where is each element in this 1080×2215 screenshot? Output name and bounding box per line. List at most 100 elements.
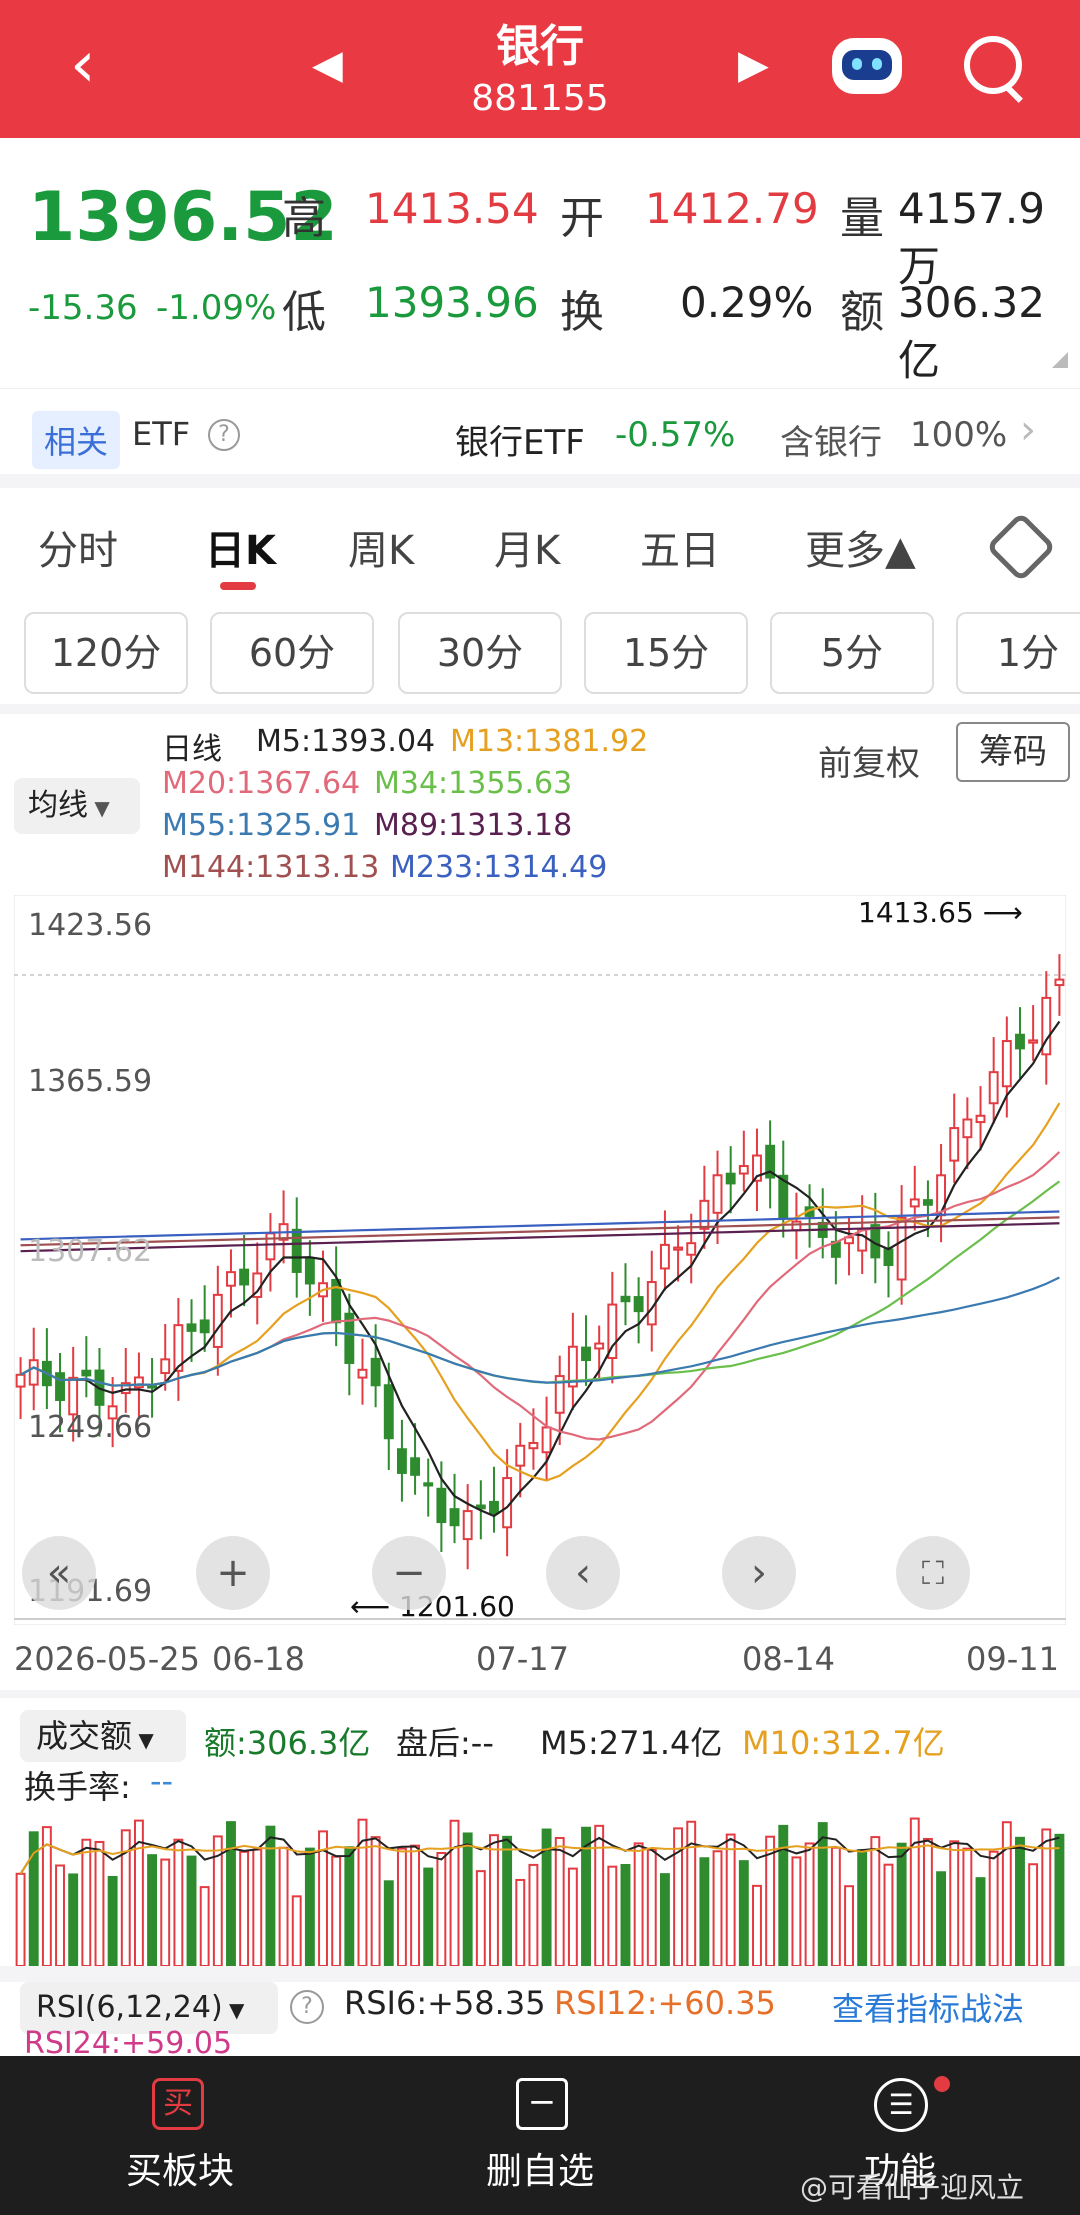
zoom-out-icon[interactable]: − (372, 1536, 446, 1610)
candle-body (620, 1295, 631, 1303)
volume-bar (607, 1865, 618, 1966)
turnover-label: 换 (560, 287, 604, 338)
volume-bar (147, 1854, 158, 1966)
search-icon[interactable] (964, 36, 1022, 94)
volume-bar (975, 1877, 986, 1966)
etf-label: ETF (132, 415, 191, 453)
scroll-left-icon[interactable]: ‹ (546, 1536, 620, 1610)
rsi-selector-label: RSI(6,12,24) (36, 1990, 223, 2025)
volume-bar (41, 1826, 52, 1966)
buy-icon: 买 (152, 2078, 204, 2130)
candle-body (791, 1220, 802, 1232)
chip-60min[interactable]: 60分 (210, 612, 374, 694)
volume-m5: M5:271.4亿 (540, 1724, 723, 1762)
rewind-icon[interactable]: « (22, 1536, 96, 1610)
candle-body (239, 1268, 250, 1286)
volume-bar (489, 1834, 499, 1966)
volume-bar (936, 1871, 947, 1966)
chip-120min[interactable]: 120分 (24, 612, 188, 694)
volume-bar (633, 1842, 644, 1966)
y-label-1: 1423.56 (28, 908, 153, 943)
scroll-right-icon[interactable]: › (722, 1536, 796, 1610)
etf-change: -0.57% (615, 415, 736, 455)
volume-bar (752, 1884, 762, 1966)
chip-1min[interactable]: 1分 (956, 612, 1080, 694)
candle-body (962, 1118, 973, 1139)
turnover-rate-value: -- (150, 1762, 174, 1800)
adjust-mode-button[interactable]: 前复权 (818, 736, 920, 785)
fullscreen-icon[interactable]: ⛶ (896, 1536, 970, 1610)
candle-body (949, 1127, 960, 1162)
rsi-strategy-link[interactable]: 查看指标战法 (832, 1984, 1024, 2030)
candle-body (659, 1243, 670, 1270)
y-label-3: 1307.62 (28, 1234, 153, 1269)
volume-bar (15, 1872, 26, 1966)
remove-watchlist-button[interactable]: − 删自选 (420, 2078, 660, 2198)
volume-bar (304, 1847, 315, 1966)
volume-bar (646, 1848, 657, 1966)
candle-body (68, 1376, 79, 1416)
tab-intraday[interactable]: 分时 (38, 518, 118, 576)
y-label-2: 1365.59 (28, 1064, 153, 1099)
tab-weekly-k[interactable]: 周K (348, 518, 414, 576)
help-icon[interactable]: ? (208, 419, 240, 451)
volume-bar (502, 1835, 513, 1966)
volume-bar (344, 1846, 355, 1966)
chip-30min[interactable]: 30分 (398, 612, 562, 694)
chip-15min[interactable]: 15分 (584, 612, 748, 694)
stock-code: 881155 (471, 78, 609, 119)
chip-distribution-button[interactable]: 筹码 (956, 722, 1070, 782)
tab-five-day[interactable]: 五日 (640, 518, 720, 576)
volume-bar (383, 1880, 394, 1966)
candle-body (883, 1248, 894, 1266)
ma-m20: M20:1367.64 (162, 766, 361, 801)
volume-selector[interactable]: 成交额 ▼ (20, 1710, 186, 1762)
volume-bar (370, 1836, 381, 1966)
tab-more[interactable]: 更多▲ (805, 518, 916, 576)
volume-bar (765, 1835, 776, 1966)
ma-m5: M5:1393.04 (256, 724, 436, 759)
chart-settings-icon[interactable] (985, 511, 1057, 583)
volume-bar (725, 1833, 736, 1966)
volume-bar (988, 1850, 999, 1966)
candle-body (988, 1071, 999, 1105)
volume-bar (870, 1836, 881, 1966)
expand-corner-icon[interactable] (1052, 352, 1068, 368)
rsi6-value: RSI6:+58.35 (344, 1984, 546, 2022)
volume-bar (186, 1855, 197, 1966)
candle-body (738, 1165, 749, 1175)
volume-bar (857, 1849, 868, 1966)
buy-sector-button[interactable]: 买 买板块 (60, 2078, 300, 2198)
robot-assistant-icon[interactable] (832, 38, 902, 94)
volume-bar (475, 1870, 486, 1966)
candle-body (396, 1448, 407, 1474)
ma-m233: M233:1314.49 (390, 850, 608, 885)
ma-m13: M13:1381.92 (450, 724, 649, 759)
volume-bar (239, 1850, 250, 1966)
candle-body (975, 1114, 986, 1124)
low-value: 1393.96 (365, 278, 539, 327)
kline-chart[interactable] (14, 895, 1066, 1625)
candle-body (686, 1242, 697, 1256)
quote-panel: 1396.52 -15.36 -1.09% 高 1413.54 开 1412.7… (0, 138, 1080, 388)
tab-monthly-k[interactable]: 月K (494, 518, 560, 576)
period-tabs: 分时 日K 周K 月K 五日 更多▲ (0, 490, 1080, 600)
tab-daily-k[interactable]: 日K (205, 518, 276, 576)
volume-bar (554, 1837, 565, 1966)
divider (0, 704, 1080, 714)
stock-title: 银行 (496, 21, 584, 72)
ma-selector[interactable]: 均线 ▼ (14, 778, 140, 834)
candle-body (462, 1510, 473, 1541)
volume-bar (449, 1819, 460, 1966)
candle-body (1015, 1033, 1025, 1050)
rsi12-value: RSI12:+60.35 (554, 1984, 776, 2022)
chip-5min[interactable]: 5分 (770, 612, 934, 694)
candle-body (436, 1487, 447, 1524)
next-stock-icon[interactable]: ▶ (738, 42, 769, 88)
active-tab-indicator (220, 582, 256, 590)
volume-bar (620, 1864, 631, 1966)
rsi-help-icon[interactable]: ? (290, 1990, 324, 2024)
volume-bar (699, 1857, 710, 1966)
zoom-in-icon[interactable]: + (196, 1536, 270, 1610)
volume-bar (949, 1840, 960, 1966)
